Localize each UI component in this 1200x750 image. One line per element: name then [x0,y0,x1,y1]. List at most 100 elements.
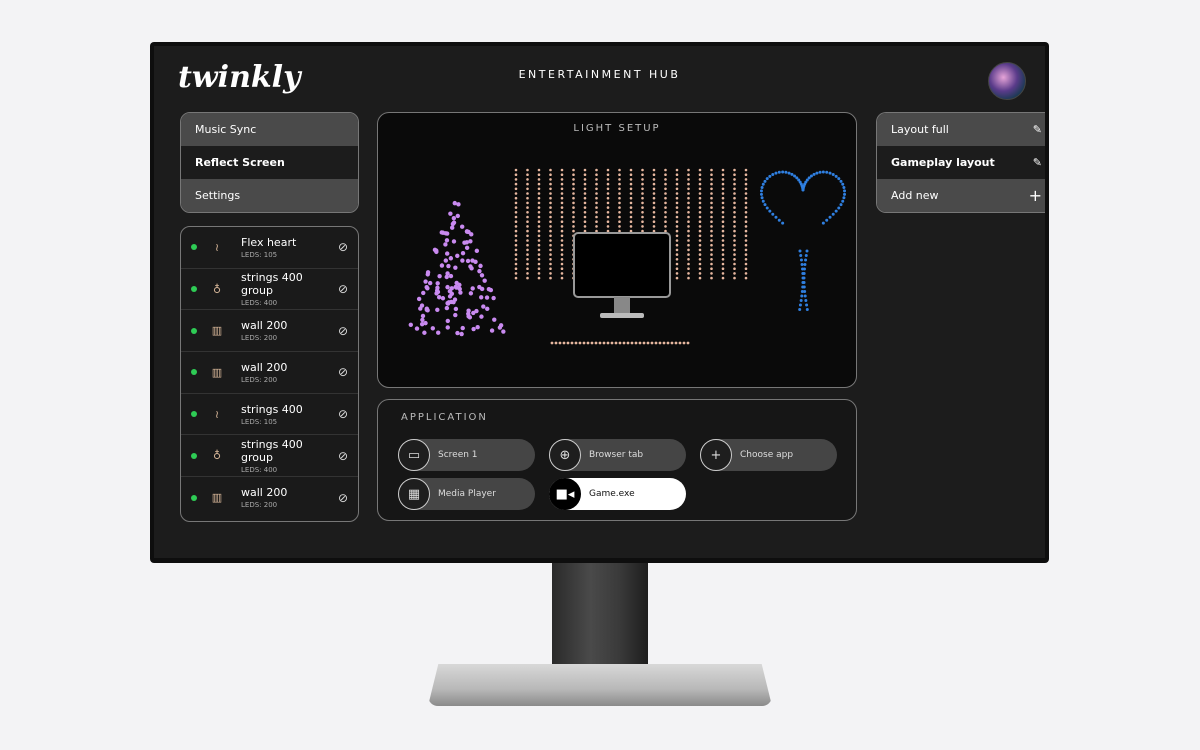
strip-led [658,341,662,345]
tree-led [445,325,450,330]
string-led [583,173,587,176]
tree-led [437,273,442,279]
string-led [526,234,529,238]
string-led [537,258,541,261]
tree-led [470,286,475,291]
heart-led [831,172,835,176]
status-online-dot [191,327,197,334]
pencil-icon[interactable]: ✎ [1033,123,1042,136]
string-led [675,215,679,219]
string-led [549,272,552,275]
app-button[interactable]: ▦ Media Player [398,478,535,510]
heart-led [837,177,841,181]
string-led [733,168,736,172]
monitor-device [573,232,671,318]
string-led [698,192,702,195]
string-led [514,192,518,195]
string-led [687,211,690,214]
string-led [549,168,552,172]
string-led [537,267,541,270]
tree-led [460,250,466,256]
string-led [549,206,552,209]
string-led [526,258,529,261]
string-led [629,220,633,223]
string-led [687,229,690,233]
eye-off-icon[interactable]: ⊘ [338,282,348,296]
heart-led [771,172,775,176]
device-row[interactable]: ▥ wall 200 LEDS: 200 ⊘ [181,310,358,353]
tree-led [468,264,473,269]
string-led [549,248,552,252]
plus-icon[interactable]: + [1029,186,1042,205]
heart-led [774,215,778,219]
string-led [675,178,679,181]
string-led [675,211,679,214]
string-led [698,243,702,247]
app-button[interactable]: + Choose app [700,439,837,471]
string-led [560,234,564,238]
app-button[interactable]: ▭ Screen 1 [398,439,535,471]
string-led [687,276,690,280]
eye-off-icon[interactable]: ⊘ [338,449,348,463]
app-button[interactable]: ⊕ Browser tab [549,439,686,471]
string-led [687,182,690,186]
string-led [721,173,725,176]
tree-led [451,215,457,221]
string-led [629,173,633,176]
eye-off-icon[interactable]: ⊘ [338,324,348,338]
tree-led [464,245,470,251]
device-row[interactable]: ▥ wall 200 LEDS: 200 ⊘ [181,477,358,519]
avatar[interactable] [988,62,1026,100]
device-row[interactable]: ≀ strings 400 LEDS: 105 ⊘ [181,394,358,436]
eye-off-icon[interactable]: ⊘ [338,365,348,379]
heart-led [799,258,803,262]
string-led [595,196,598,200]
device-row[interactable]: ♁ strings 400 group LEDS: 400 ⊘ [181,435,358,478]
layout-add-new[interactable]: Add new + [877,179,1045,212]
tree-led [432,247,438,253]
string-led [733,262,736,266]
string-led [744,215,748,219]
monitor-stand-base [428,664,772,706]
device-row[interactable]: ♁ strings 400 group LEDS: 400 ⊘ [181,269,358,311]
mode-music-sync[interactable]: Music Sync [181,113,358,146]
eye-off-icon[interactable]: ⊘ [338,491,348,505]
string-led [526,267,529,270]
tree-led [464,229,470,234]
string-led [583,201,587,205]
tree-led [450,221,456,227]
string-led [583,211,587,214]
string-led [710,206,713,209]
mode-settings[interactable]: Settings [181,179,358,212]
string-led [560,178,564,181]
string-led [721,243,725,247]
layout-full[interactable]: Layout full ✎ [877,113,1045,146]
app-button[interactable]: ■◂ Game.exe [549,478,686,510]
tree-led [491,295,496,301]
string-led [514,168,518,172]
device-row[interactable]: ≀ Flex heart LEDS: 105 ⊘ [181,227,358,269]
flex-icon: ≀ [214,407,220,421]
string-led [710,234,713,238]
heart-led [765,177,769,181]
string-led [526,229,529,233]
pencil-icon[interactable]: ✎ [1033,156,1042,169]
string-led [733,211,736,214]
device-row[interactable]: ▥ wall 200 LEDS: 200 ⊘ [181,352,358,394]
eye-off-icon[interactable]: ⊘ [338,240,348,254]
tree-led [455,330,460,336]
string-led [537,243,541,247]
string-led [664,173,667,176]
strip-led [662,341,666,345]
string-led [514,258,518,261]
layout-gameplay[interactable]: Gameplay layout ✎ [877,146,1045,179]
heart-led [760,186,764,190]
strip-led [686,341,690,345]
string-led [572,178,575,181]
tree-led [479,295,484,300]
string-led [675,253,679,256]
eye-off-icon[interactable]: ⊘ [338,407,348,421]
string-led [675,272,679,275]
mode-reflect-screen[interactable]: Reflect Screen [181,146,358,179]
string-led [537,182,541,186]
